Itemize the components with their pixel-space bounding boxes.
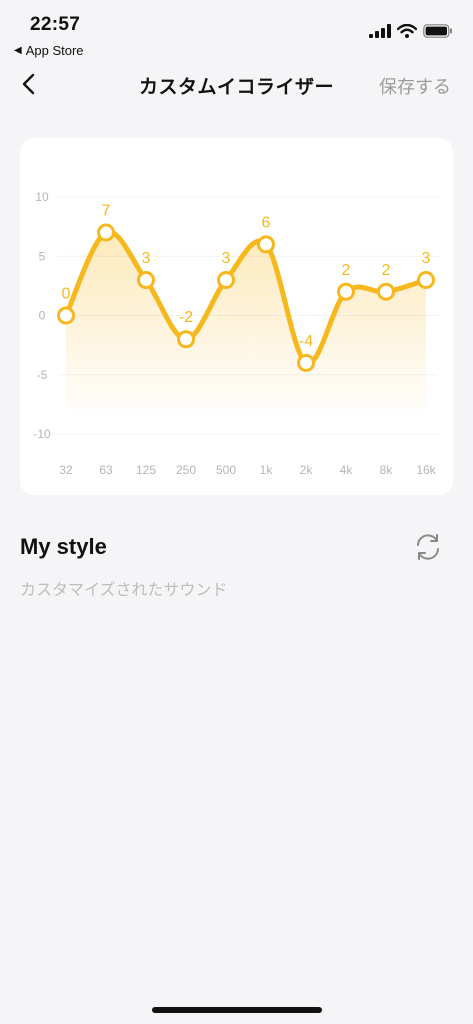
eq-value-label: 2 (382, 262, 391, 279)
status-bar: 22:57 ◀ App Store (0, 0, 473, 62)
eq-band-handle[interactable] (177, 330, 195, 349)
x-tick-label: 8k (380, 463, 394, 477)
eq-value-label: 2 (342, 262, 351, 279)
status-time: 22:57 (30, 14, 81, 35)
eq-band-handle[interactable] (297, 353, 315, 372)
equalizer-chart-card: 10 5 0 -5 -10 32 63 125 250 500 1k 2k 4k 8k 16k 0 7 3 -2 3 6… (20, 138, 453, 495)
eq-value-label: 0 (62, 286, 71, 303)
preset-subtitle: カスタマイズされたサウンド (20, 582, 228, 599)
back-triangle-icon: ◀ (14, 45, 22, 56)
x-tick-label: 2k (300, 463, 314, 477)
eq-band-handle[interactable] (57, 306, 75, 325)
x-tick-label: 250 (176, 463, 196, 477)
eq-band-handle[interactable] (417, 270, 435, 289)
eq-value-label: 3 (422, 250, 431, 267)
eq-band-handle[interactable] (97, 223, 115, 242)
eq-value-label: 3 (222, 250, 231, 267)
preset-name: My style (20, 534, 107, 559)
y-tick-label: 0 (39, 309, 46, 323)
y-tick-label: -10 (33, 427, 51, 441)
preset-section: My style カスタマイズされたサウンド (20, 534, 453, 600)
eq-value-label: -2 (179, 309, 193, 326)
eq-value-label: 7 (102, 203, 111, 220)
eq-value-label: 3 (142, 250, 151, 267)
nav-bar: カスタムイコライザー 保存する (0, 62, 473, 106)
x-tick-label: 32 (59, 463, 73, 477)
status-icons (369, 24, 453, 38)
eq-band-handle[interactable] (257, 235, 275, 254)
x-tick-label: 4k (340, 463, 354, 477)
back-to-app-link[interactable]: ◀ App Store (14, 43, 84, 58)
eq-band-handle[interactable] (377, 282, 395, 301)
signal-icon (369, 24, 391, 38)
home-indicator (152, 1007, 322, 1013)
eq-value-label: 6 (262, 214, 271, 231)
x-tick-label: 63 (99, 463, 113, 477)
x-tick-label: 16k (416, 463, 436, 477)
x-tick-label: 125 (136, 463, 156, 477)
eq-band-handle[interactable] (137, 270, 155, 289)
save-button[interactable]: 保存する (379, 73, 451, 99)
eq-area-fill (66, 231, 426, 411)
equalizer-chart[interactable]: 1050-5-1032 63 125 250 500 1k 2k 4k 8k 16k073-236… (20, 138, 453, 495)
eq-value-label: -4 (299, 333, 313, 350)
refresh-icon[interactable] (411, 530, 445, 564)
eq-band-handle[interactable] (337, 282, 355, 301)
battery-icon (423, 24, 452, 38)
eq-band-handle[interactable] (217, 270, 235, 289)
y-tick-label: -5 (37, 368, 48, 382)
back-app-label: App Store (25, 43, 84, 58)
y-tick-label: 5 (39, 249, 46, 263)
y-tick-label: 10 (35, 190, 49, 204)
x-tick-label: 1k (260, 463, 274, 477)
wifi-icon (397, 24, 417, 38)
x-tick-label: 500 (216, 463, 236, 477)
